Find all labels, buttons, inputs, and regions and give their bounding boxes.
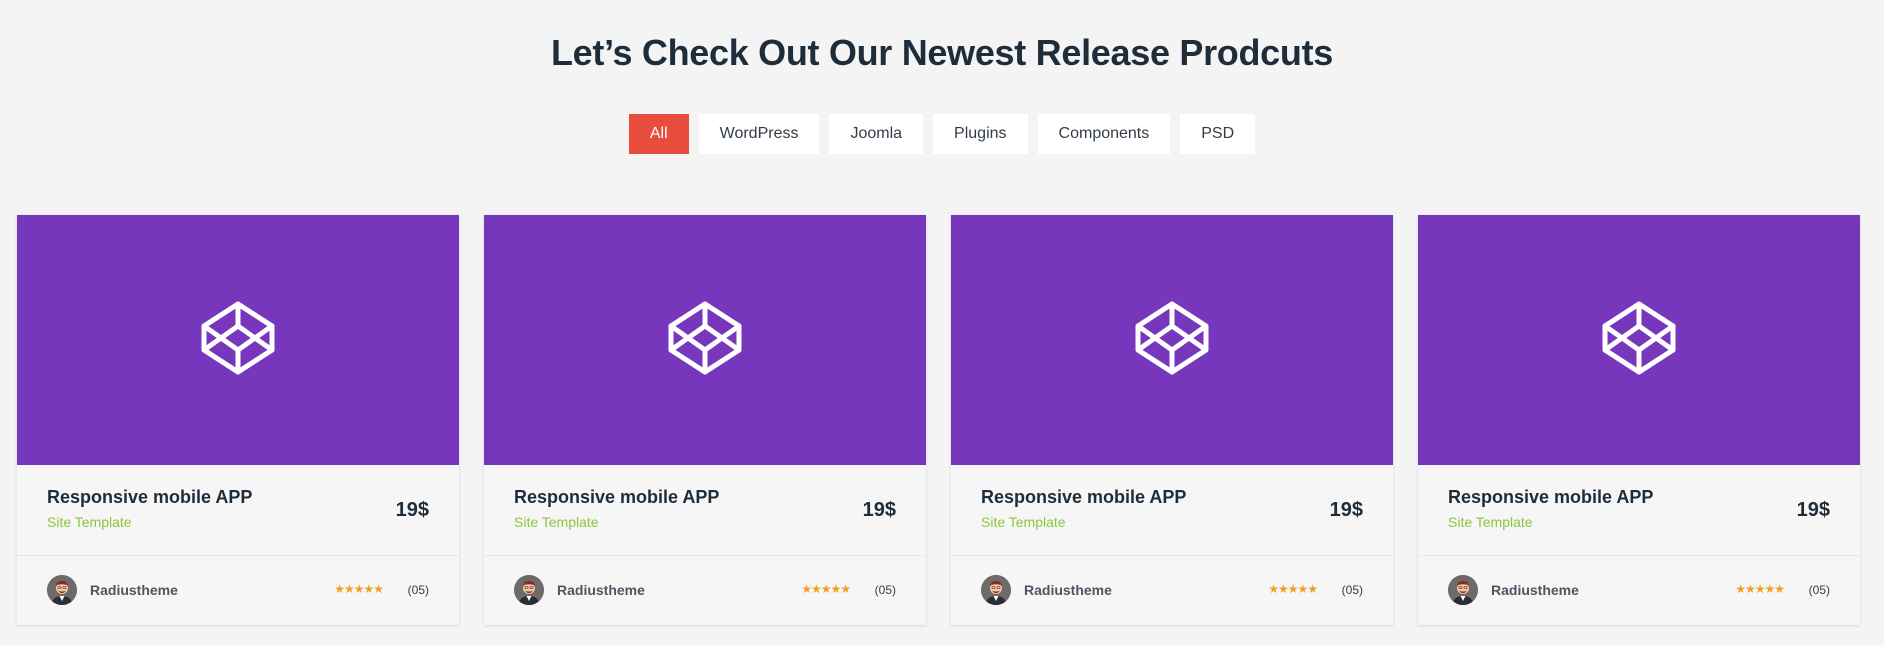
filter-psd-button[interactable]: PSD bbox=[1180, 114, 1256, 154]
rating-count: (05) bbox=[407, 583, 429, 597]
codepen-icon bbox=[1134, 300, 1210, 381]
product-card[interactable]: Responsive mobile APP Site Template 19$ … bbox=[1418, 215, 1860, 625]
filter-all-button[interactable]: All bbox=[628, 114, 689, 154]
author-avatar bbox=[514, 575, 544, 605]
product-price: 19$ bbox=[1796, 499, 1830, 521]
product-thumbnail[interactable] bbox=[1418, 215, 1860, 465]
product-price: 19$ bbox=[862, 499, 896, 521]
product-card[interactable]: Responsive mobile APP Site Template 19$ … bbox=[17, 215, 459, 625]
product-category[interactable]: Site Template bbox=[514, 514, 599, 530]
rating-count: (05) bbox=[1341, 583, 1363, 597]
filter-wordpress-button[interactable]: WordPress bbox=[698, 114, 820, 154]
author-name[interactable]: Radiustheme bbox=[1024, 582, 1112, 598]
rating-stars: ★★★★★ bbox=[1268, 582, 1318, 596]
rating-count: (05) bbox=[1808, 583, 1830, 597]
codepen-icon bbox=[1601, 300, 1677, 381]
product-category[interactable]: Site Template bbox=[47, 514, 132, 530]
product-price: 19$ bbox=[395, 499, 429, 521]
product-title[interactable]: Responsive mobile APP bbox=[1448, 487, 1653, 508]
product-title[interactable]: Responsive mobile APP bbox=[981, 487, 1186, 508]
author-name[interactable]: Radiustheme bbox=[1491, 582, 1579, 598]
author-avatar bbox=[1448, 575, 1478, 605]
product-thumbnail[interactable] bbox=[17, 215, 459, 465]
rating-count: (05) bbox=[874, 583, 896, 597]
rating-stars: ★★★★★ bbox=[1735, 582, 1785, 596]
filter-plugins-button[interactable]: Plugins bbox=[933, 114, 1028, 154]
author-name[interactable]: Radiustheme bbox=[90, 582, 178, 598]
filter-bar: All WordPress Joomla Plugins Components … bbox=[0, 114, 1884, 154]
product-category[interactable]: Site Template bbox=[981, 514, 1066, 530]
section-heading: Let’s Check Out Our Newest Release Prodc… bbox=[550, 32, 1334, 73]
product-title[interactable]: Responsive mobile APP bbox=[514, 487, 719, 508]
product-card[interactable]: Responsive mobile APP Site Template 19$ … bbox=[484, 215, 926, 625]
codepen-icon bbox=[667, 300, 743, 381]
author-avatar bbox=[47, 575, 77, 605]
product-price: 19$ bbox=[1329, 499, 1363, 521]
product-thumbnail[interactable] bbox=[951, 215, 1393, 465]
filter-components-button[interactable]: Components bbox=[1037, 114, 1171, 154]
product-card[interactable]: Responsive mobile APP Site Template 19$ … bbox=[951, 215, 1393, 625]
author-name[interactable]: Radiustheme bbox=[557, 582, 645, 598]
rating-stars: ★★★★★ bbox=[334, 582, 384, 596]
codepen-icon bbox=[200, 300, 276, 381]
rating-stars: ★★★★★ bbox=[801, 582, 851, 596]
author-avatar bbox=[981, 575, 1011, 605]
product-grid: Responsive mobile APP Site Template 19$ … bbox=[17, 215, 1860, 625]
product-category[interactable]: Site Template bbox=[1448, 514, 1533, 530]
product-thumbnail[interactable] bbox=[484, 215, 926, 465]
filter-joomla-button[interactable]: Joomla bbox=[829, 114, 924, 154]
product-title[interactable]: Responsive mobile APP bbox=[47, 487, 252, 508]
